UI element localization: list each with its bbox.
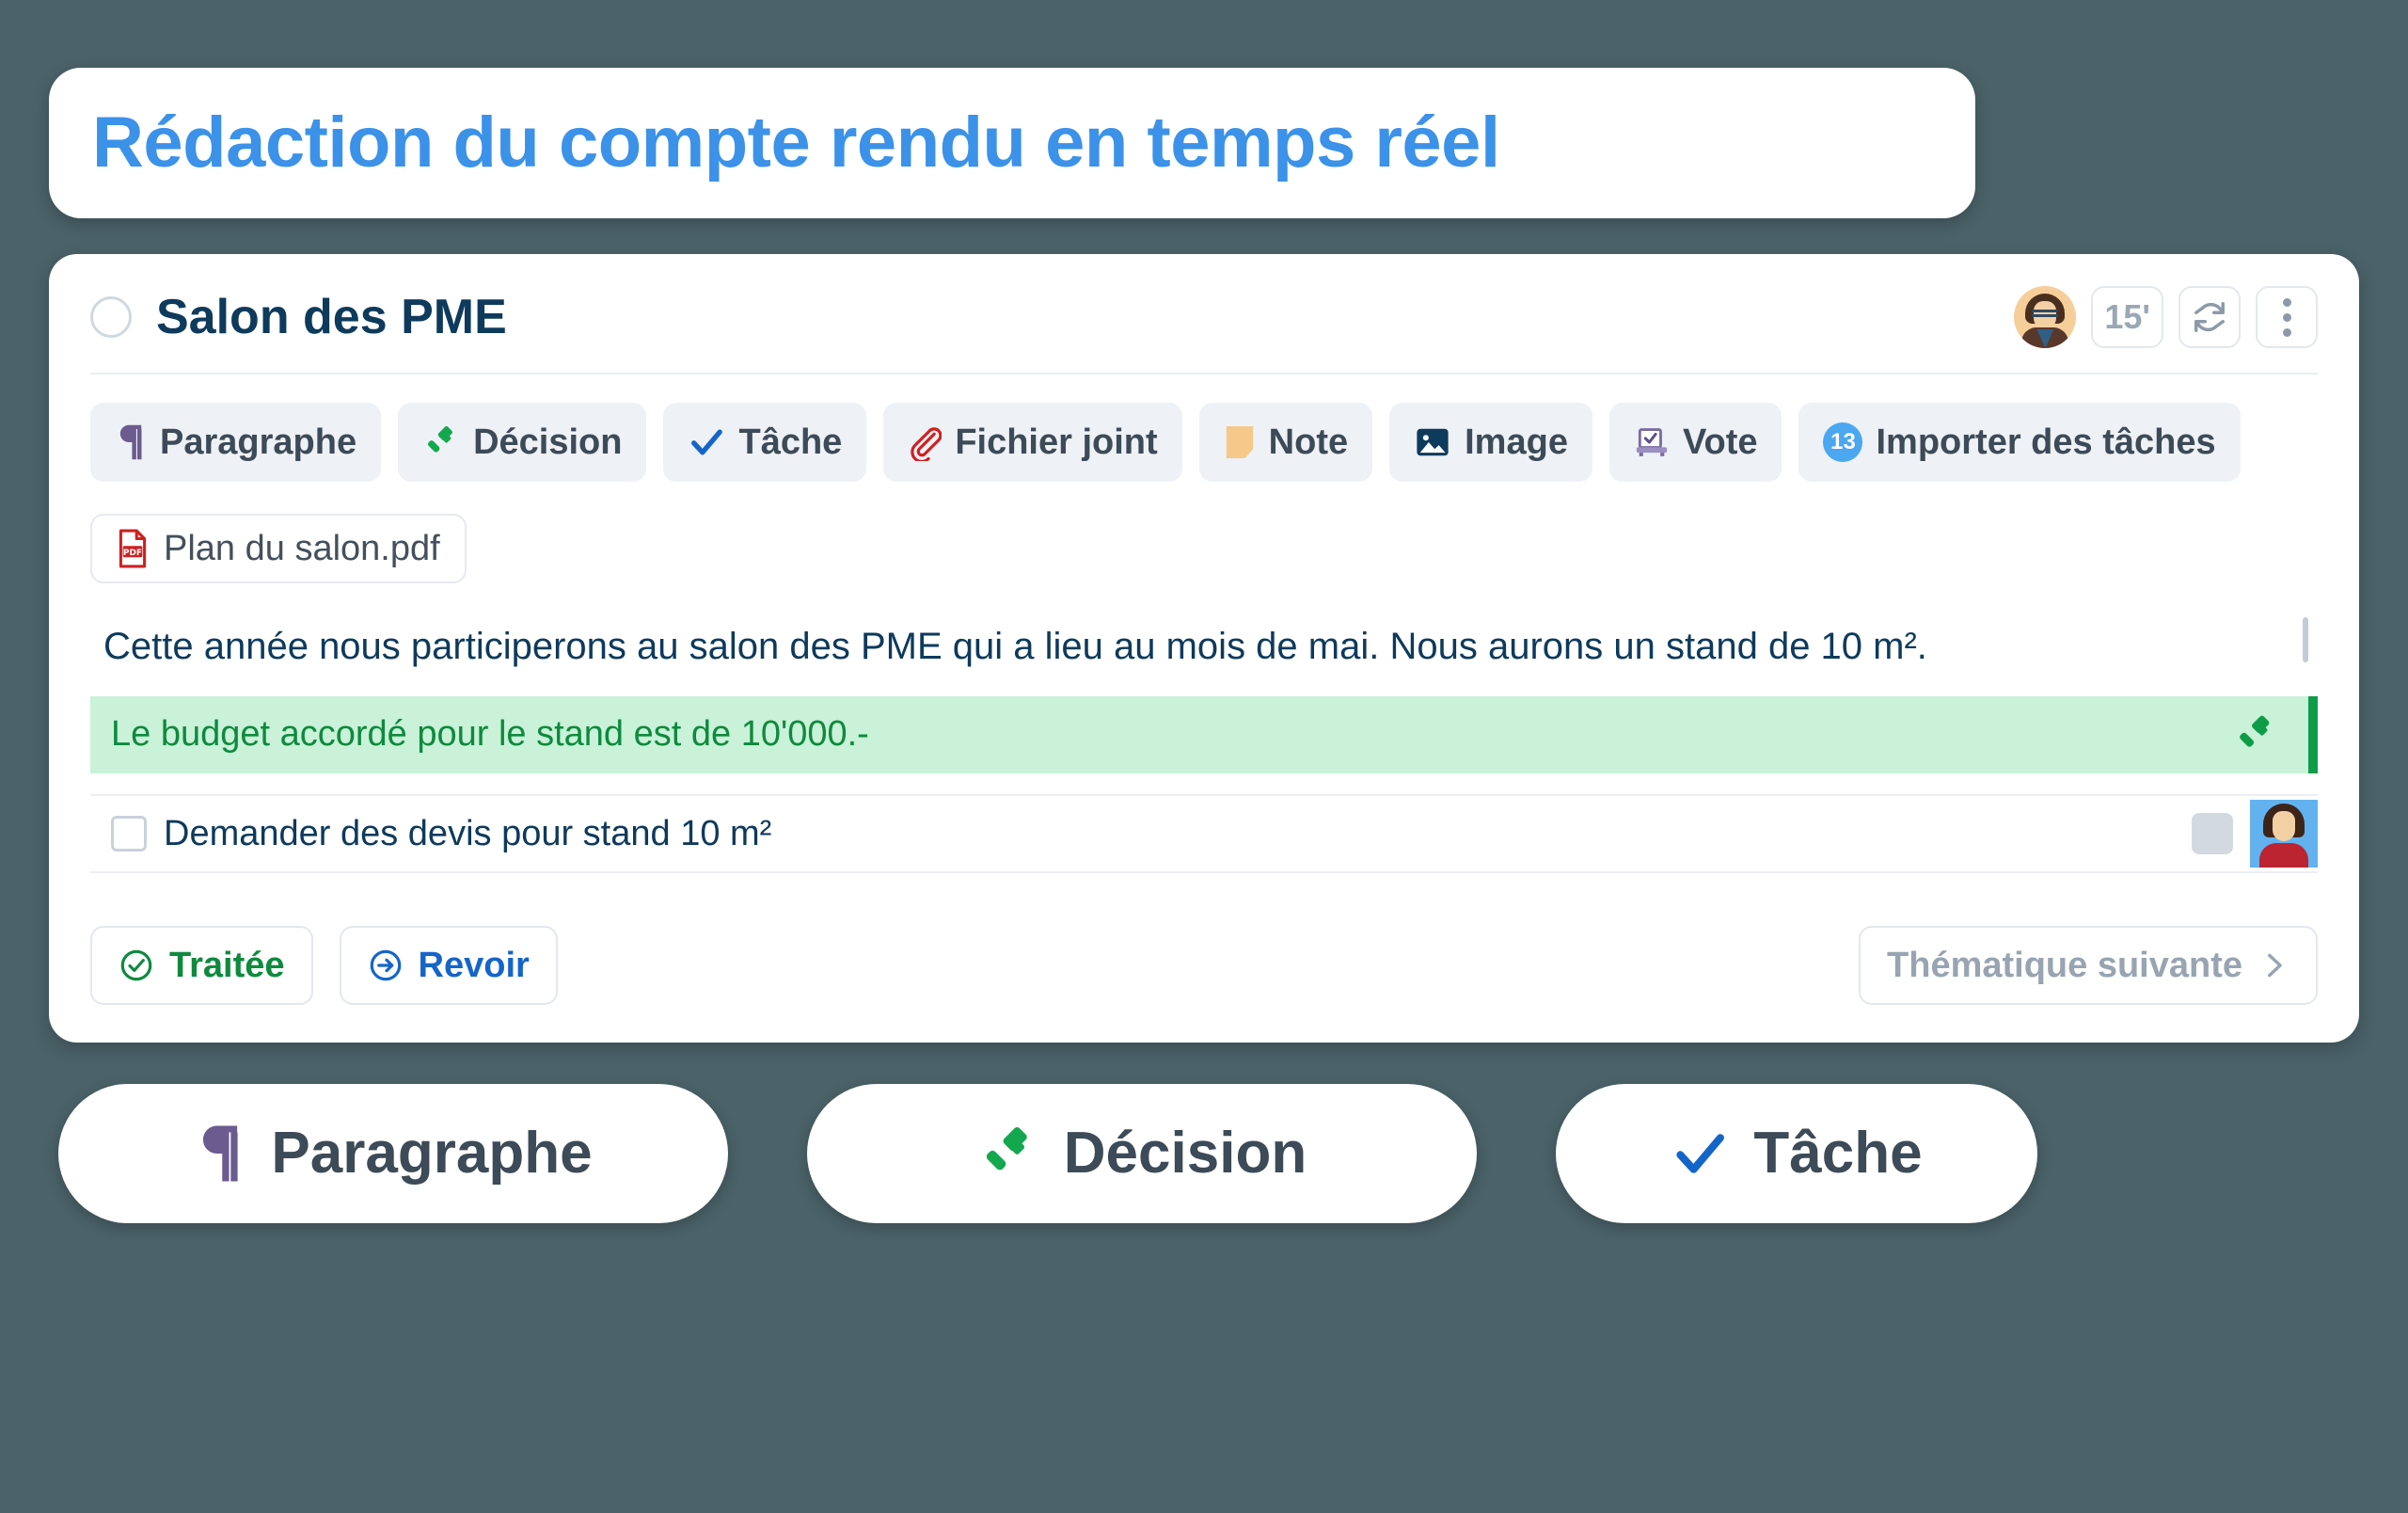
check-circle-icon: [119, 948, 154, 983]
assignee-body: [2259, 842, 2308, 868]
ballot-box-icon: [1634, 424, 1670, 460]
refresh-icon: [2192, 299, 2227, 335]
attachment-chip[interactable]: PDF Plan du salon.pdf: [90, 514, 467, 583]
header-tools: 15': [2014, 286, 2318, 348]
toolbar-item-fichier-joint[interactable]: Fichier joint: [883, 403, 1182, 482]
processed-button[interactable]: Traitée: [90, 925, 313, 1005]
toolbar-label: Décision: [473, 422, 623, 462]
paperclip-icon: [908, 423, 943, 461]
task-row-actions: [2192, 796, 2318, 871]
topic-title: Salon des PME: [156, 290, 507, 344]
pilcrow-icon: [115, 422, 147, 462]
review-label: Revoir: [418, 945, 530, 985]
pilcrow-icon: [194, 1122, 246, 1186]
pdf-file-icon: PDF: [117, 529, 149, 568]
page-title: Rédaction du compte rendu en temps réel: [92, 103, 1500, 183]
paragraph-block[interactable]: Cette année nous participerons au salon …: [90, 612, 2318, 681]
check-icon: [688, 423, 725, 461]
toolbar-label: Paragraphe: [160, 422, 357, 462]
import-count-badge: 13: [1823, 422, 1863, 462]
more-vertical-icon: [2282, 297, 2291, 337]
topic-card: Salon des PME 15' Paragraphe Décision Tâ…: [49, 254, 2359, 1043]
bottom-action-pills: Paragraphe Décision Tâche: [49, 1083, 2359, 1223]
toolbar-label: Vote: [1682, 422, 1758, 462]
task-assignee-avatar[interactable]: [2250, 799, 2318, 868]
toolbar-item-note[interactable]: Note: [1198, 403, 1373, 482]
topic-status-radio[interactable]: [90, 296, 132, 338]
image-icon: [1414, 424, 1451, 460]
check-icon: [1671, 1124, 1729, 1183]
pill-label: Décision: [1063, 1120, 1307, 1186]
text-caret: [2303, 617, 2308, 662]
toolbar-label: Tâche: [738, 422, 843, 462]
review-button[interactable]: Revoir: [339, 925, 558, 1005]
pill-label: Paragraphe: [271, 1120, 593, 1186]
duration-button[interactable]: 15': [2091, 286, 2163, 348]
pill-label: Tâche: [1753, 1120, 1923, 1186]
pill-decision[interactable]: Décision: [807, 1083, 1477, 1223]
attachment-row: PDF Plan du salon.pdf: [90, 514, 2318, 583]
decision-block[interactable]: Le budget accordé pour le stand est de 1…: [90, 696, 2318, 773]
attachment-filename: Plan du salon.pdf: [164, 529, 440, 568]
toolbar-label: Note: [1268, 422, 1349, 462]
svg-text:PDF: PDF: [123, 549, 142, 558]
gavel-icon: [422, 423, 460, 461]
task-block[interactable]: Demander des devis pour stand 10 m²: [90, 793, 2318, 873]
toolbar-item-importer-des-taches[interactable]: 13 Importer des tâches: [1798, 403, 2241, 482]
app-stage: Rédaction du compte rendu en temps réel …: [0, 68, 2408, 1513]
decision-text: Le budget accordé pour le stand est de 1…: [111, 714, 869, 754]
topic-card-header: Salon des PME 15': [90, 286, 2318, 374]
toolbar-item-vote[interactable]: Vote: [1608, 403, 1782, 482]
refresh-button[interactable]: [2178, 286, 2241, 348]
paragraph-text: Cette année nous participerons au salon …: [103, 626, 1927, 667]
duration-label: 15': [2104, 297, 2150, 336]
next-topic-label: Thématique suivante: [1887, 945, 2242, 985]
chevron-right-icon: [2258, 947, 2289, 984]
page-title-banner: Rédaction du compte rendu en temps réel: [49, 68, 1975, 218]
next-topic-button[interactable]: Thématique suivante: [1859, 925, 2318, 1005]
more-options-button[interactable]: [2256, 286, 2318, 348]
toolbar-label: Importer des tâches: [1876, 422, 2216, 462]
toolbar-item-decision[interactable]: Décision: [398, 403, 647, 482]
toolbar-item-image[interactable]: Image: [1389, 403, 1592, 482]
assignee-face: [2273, 810, 2295, 841]
toolbar-item-paragraphe[interactable]: Paragraphe: [90, 403, 382, 482]
gavel-icon: [977, 1123, 1039, 1185]
decision-accent-bar: [2308, 696, 2318, 773]
pill-paragraphe[interactable]: Paragraphe: [58, 1083, 728, 1223]
topic-card-footer: Traitée Revoir Thématique suivante: [90, 925, 2318, 1005]
avatar[interactable]: [2014, 286, 2077, 348]
toolbar-label: Image: [1465, 422, 1568, 462]
arrow-right-circle-icon: [368, 948, 404, 983]
toolbar-label: Fichier joint: [955, 422, 1158, 462]
task-text: Demander des devis pour stand 10 m²: [164, 813, 772, 853]
avatar-glasses: [2032, 310, 2059, 317]
task-placeholder-tag[interactable]: [2192, 812, 2233, 854]
pill-tache[interactable]: Tâche: [1556, 1083, 2037, 1223]
insert-toolbar: Paragraphe Décision Tâche Fichier joint …: [90, 403, 2318, 482]
toolbar-item-tache[interactable]: Tâche: [663, 403, 867, 482]
sticky-note-icon: [1224, 424, 1256, 460]
processed-label: Traitée: [169, 945, 285, 985]
gavel-icon: [2233, 712, 2278, 757]
task-checkbox[interactable]: [111, 815, 147, 852]
